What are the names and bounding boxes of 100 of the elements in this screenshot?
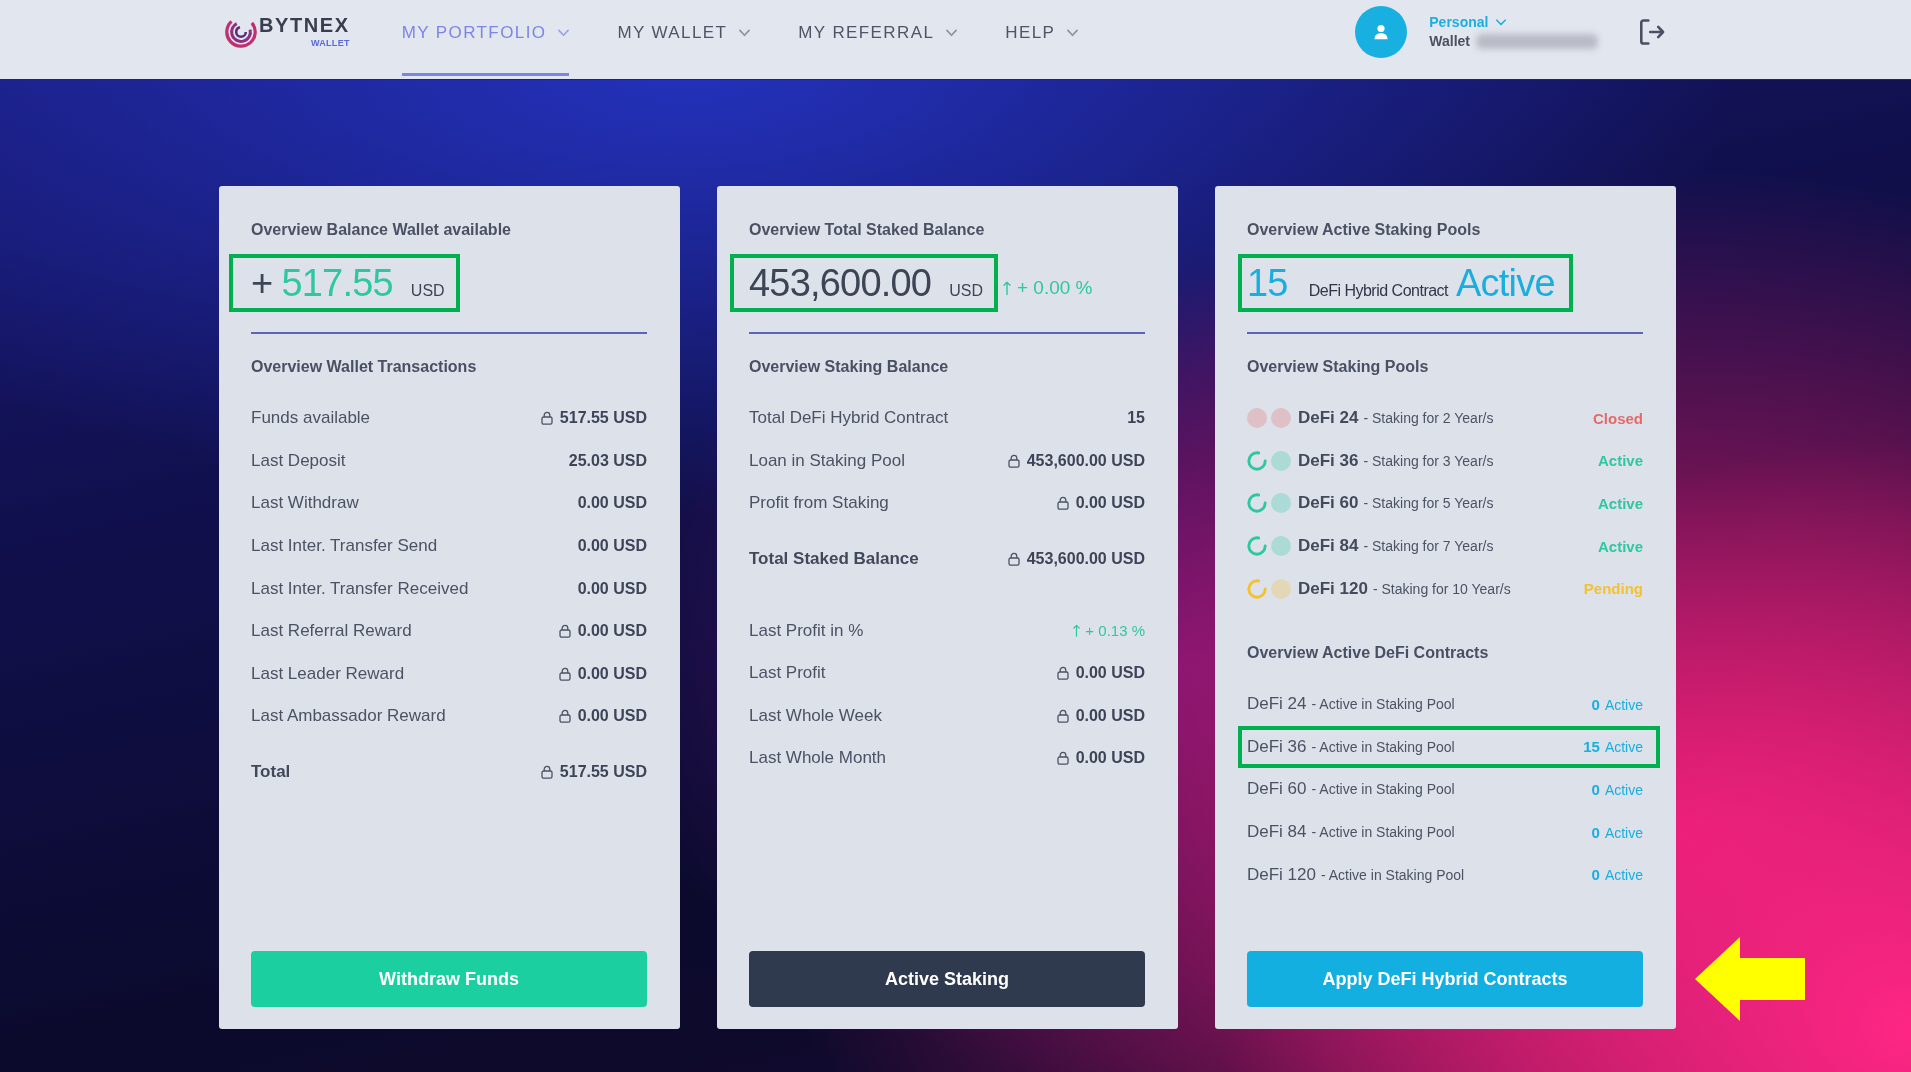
staked-amount: 453,600.00 <box>749 261 932 306</box>
row-value: 453,600.00 USD <box>1026 550 1145 569</box>
lock-icon <box>1056 751 1069 766</box>
status-dot-icon <box>1271 536 1291 557</box>
contract-count: 15 <box>1247 261 1288 306</box>
row-label: Last Profit in % <box>749 620 864 641</box>
row-label: Last Profit <box>749 663 826 684</box>
pool-term: - Staking for 10 Year/s <box>1372 580 1511 597</box>
pool-name: DeFi 36 <box>1298 450 1359 471</box>
contract-count: 15 <box>1583 738 1600 756</box>
row-value: 517.55 USD <box>559 409 647 428</box>
nav-tab[interactable]: MY REFERRAL <box>798 0 958 76</box>
pool-term: - Staking for 5 Year/s <box>1363 495 1494 512</box>
lock-icon <box>558 666 571 681</box>
change-percent: + 0.00 % <box>1016 277 1093 299</box>
row-value: 0.00 USD <box>577 622 647 641</box>
lock-icon <box>558 624 571 639</box>
pool-term: - Staking for 2 Year/s <box>1363 410 1494 427</box>
contract-detail: - Active in Staking Pool <box>1311 696 1455 713</box>
pool-name: DeFi 60 <box>1298 493 1359 514</box>
card-title: Overview Active Staking Pools <box>1247 220 1482 240</box>
row-value: 0.00 USD <box>1075 664 1145 683</box>
logout-icon[interactable] <box>1640 19 1665 45</box>
contract-count: 0 <box>1591 866 1600 884</box>
contract-count: 0 <box>1591 780 1600 798</box>
status-label: Active <box>1597 537 1643 555</box>
row-label: Last Whole Week <box>749 705 882 726</box>
active-staking-button[interactable]: Active Staking <box>749 951 1145 1007</box>
row-label: Loan in Staking Pool <box>749 450 905 471</box>
chevron-down-icon <box>1067 29 1079 37</box>
up-arrow-icon <box>1002 280 1011 296</box>
pool-term: - Staking for 7 Year/s <box>1363 538 1494 555</box>
row-label: Total <box>251 762 291 783</box>
row-label: Profit from Staking <box>749 493 889 514</box>
row-label: Last Deposit <box>251 450 346 471</box>
row-value: 15 <box>1127 409 1145 428</box>
status-label: Closed <box>1593 409 1643 427</box>
nav-tab[interactable]: HELP <box>1005 0 1079 76</box>
currency-label: USD <box>949 282 983 300</box>
pool-name: DeFi 84 <box>1298 536 1359 557</box>
status-label: Pending <box>1583 580 1643 598</box>
row-label: Last Inter. Transfer Send <box>251 536 438 557</box>
contract-name: DeFi 60 <box>1247 779 1307 800</box>
lock-icon <box>1056 496 1069 511</box>
lock-icon <box>540 765 553 780</box>
contract-count: 0 <box>1591 823 1600 841</box>
up-arrow-icon <box>1073 624 1081 638</box>
chevron-down-icon <box>1496 19 1507 26</box>
card-title: Overview Total Staked Balance <box>749 220 986 240</box>
status-label: Active <box>1597 452 1643 470</box>
row-value: 517.55 USD <box>559 763 647 782</box>
card-title: Overview Balance Wallet available <box>251 220 512 240</box>
row-value: 0.00 USD <box>577 537 647 556</box>
lock-icon <box>1056 708 1069 723</box>
row-value: 0.00 USD <box>1075 706 1145 725</box>
contract-detail: - Active in Staking Pool <box>1311 738 1455 755</box>
row-value: 0.00 USD <box>577 664 647 683</box>
plus-sign: + <box>251 261 273 306</box>
row-label: Total DeFi Hybrid Contract <box>749 408 949 429</box>
section-title: Overview Active DeFi Contracts <box>1247 642 1490 663</box>
lock-icon <box>558 709 571 724</box>
row-value: + 0.13 % <box>1085 622 1145 640</box>
row-label: Last Withdraw <box>251 493 359 514</box>
row-label: Last Leader Reward <box>251 663 405 684</box>
row-label: Last Ambassador Reward <box>251 706 446 727</box>
contract-status: Active <box>1604 867 1643 884</box>
status-text: Active <box>1456 261 1555 306</box>
contract-count: 0 <box>1591 695 1600 713</box>
status-label: Active <box>1597 495 1643 512</box>
pool-name: DeFi 120 <box>1298 578 1368 599</box>
status-dot-icon <box>1271 493 1291 514</box>
row-label: Last Referral Reward <box>251 621 412 642</box>
contract-detail: - Active in Staking Pool <box>1311 781 1455 798</box>
status-dot-icon <box>1271 408 1291 429</box>
contract-detail: - Active in Staking Pool <box>1321 866 1465 883</box>
chevron-down-icon <box>558 29 570 37</box>
nav-tab[interactable]: MY WALLET <box>617 0 751 76</box>
lock-icon <box>1056 666 1069 681</box>
pool-term: - Staking for 3 Year/s <box>1363 452 1494 469</box>
contract-name: DeFi 120 <box>1247 864 1316 885</box>
row-label: Last Whole Month <box>749 748 886 769</box>
lock-icon <box>1007 453 1020 468</box>
lock-icon <box>1007 552 1020 567</box>
row-value: 0.00 USD <box>577 494 647 513</box>
contract-name: DeFi 24 <box>1247 694 1307 715</box>
section-title: Overview Staking Balance <box>749 357 950 377</box>
row-value: 0.00 USD <box>1075 749 1145 768</box>
logo-subtitle: WALLET <box>310 38 350 49</box>
balance-amount: 517.55 <box>281 261 393 306</box>
contract-name: DeFi 36 <box>1247 736 1307 757</box>
status-dot-icon <box>1271 578 1291 599</box>
currency-label: USD <box>410 282 445 300</box>
wallet-label: Wallet <box>1429 32 1470 51</box>
contract-detail: - Active in Staking Pool <box>1311 824 1455 841</box>
status-dot-icon <box>1271 450 1291 471</box>
contract-status: Active <box>1604 696 1643 713</box>
contract-status: Active <box>1604 739 1643 756</box>
row-label: Funds available <box>251 408 371 429</box>
row-value: 25.03 USD <box>568 451 647 470</box>
chevron-down-icon <box>946 29 958 37</box>
